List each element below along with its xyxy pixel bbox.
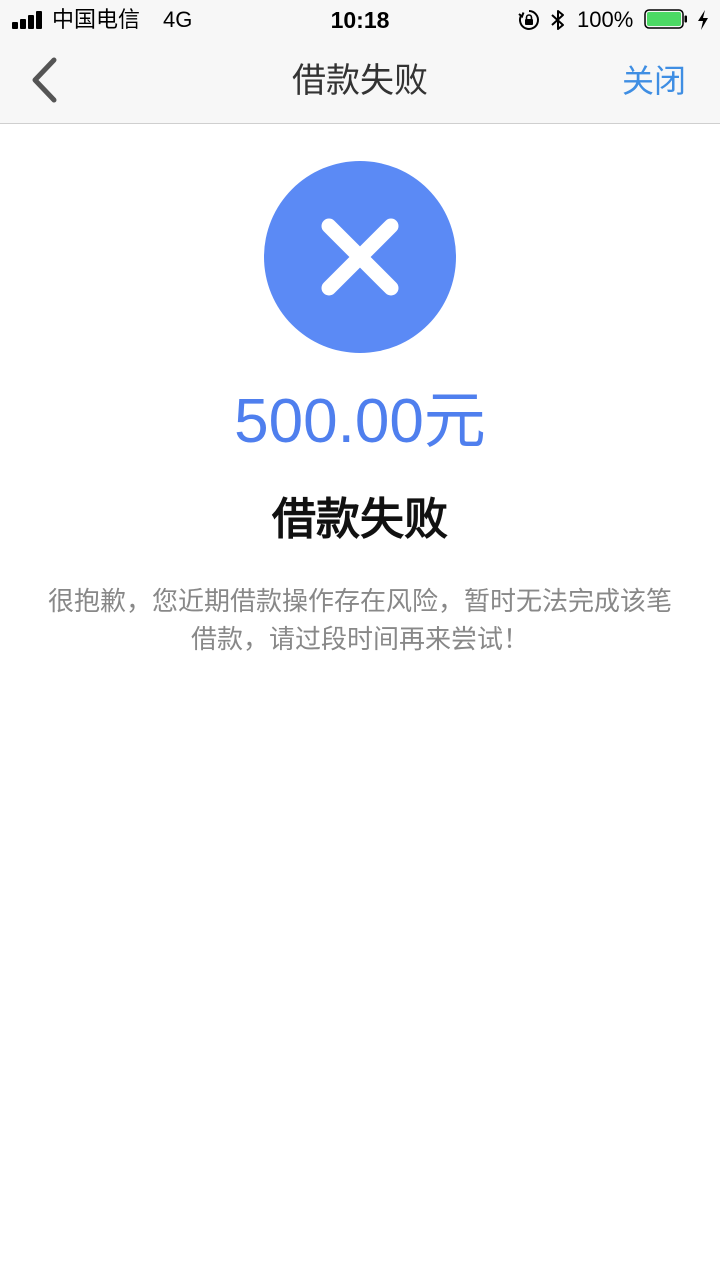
result-title: 借款失败 — [272, 495, 448, 544]
battery-icon — [644, 9, 687, 29]
close-button[interactable]: 关闭 — [622, 60, 686, 102]
charging-icon — [698, 10, 708, 30]
status-bar: 中国电信 4G 10:18 100% — [0, 0, 720, 40]
battery-percent: 100% — [577, 7, 634, 32]
failure-status-icon — [264, 161, 456, 353]
orientation-lock-icon — [518, 10, 539, 30]
bluetooth-icon — [551, 10, 564, 30]
page-title: 借款失败 — [292, 62, 428, 100]
result-message: 很抱歉，您近期借款操作存在风险，暂时无法完成该笔借款，请过段时间再来尝试！ — [47, 586, 672, 654]
close-x-icon — [321, 218, 399, 296]
loan-failure-screen: 中国电信 4G 10:18 100% 借款失败 关闭 500.00元 借款失败 … — [0, 0, 720, 1280]
loan-amount: 500.00元 — [234, 387, 486, 456]
nav-bar: 借款失败 关闭 — [0, 40, 720, 124]
